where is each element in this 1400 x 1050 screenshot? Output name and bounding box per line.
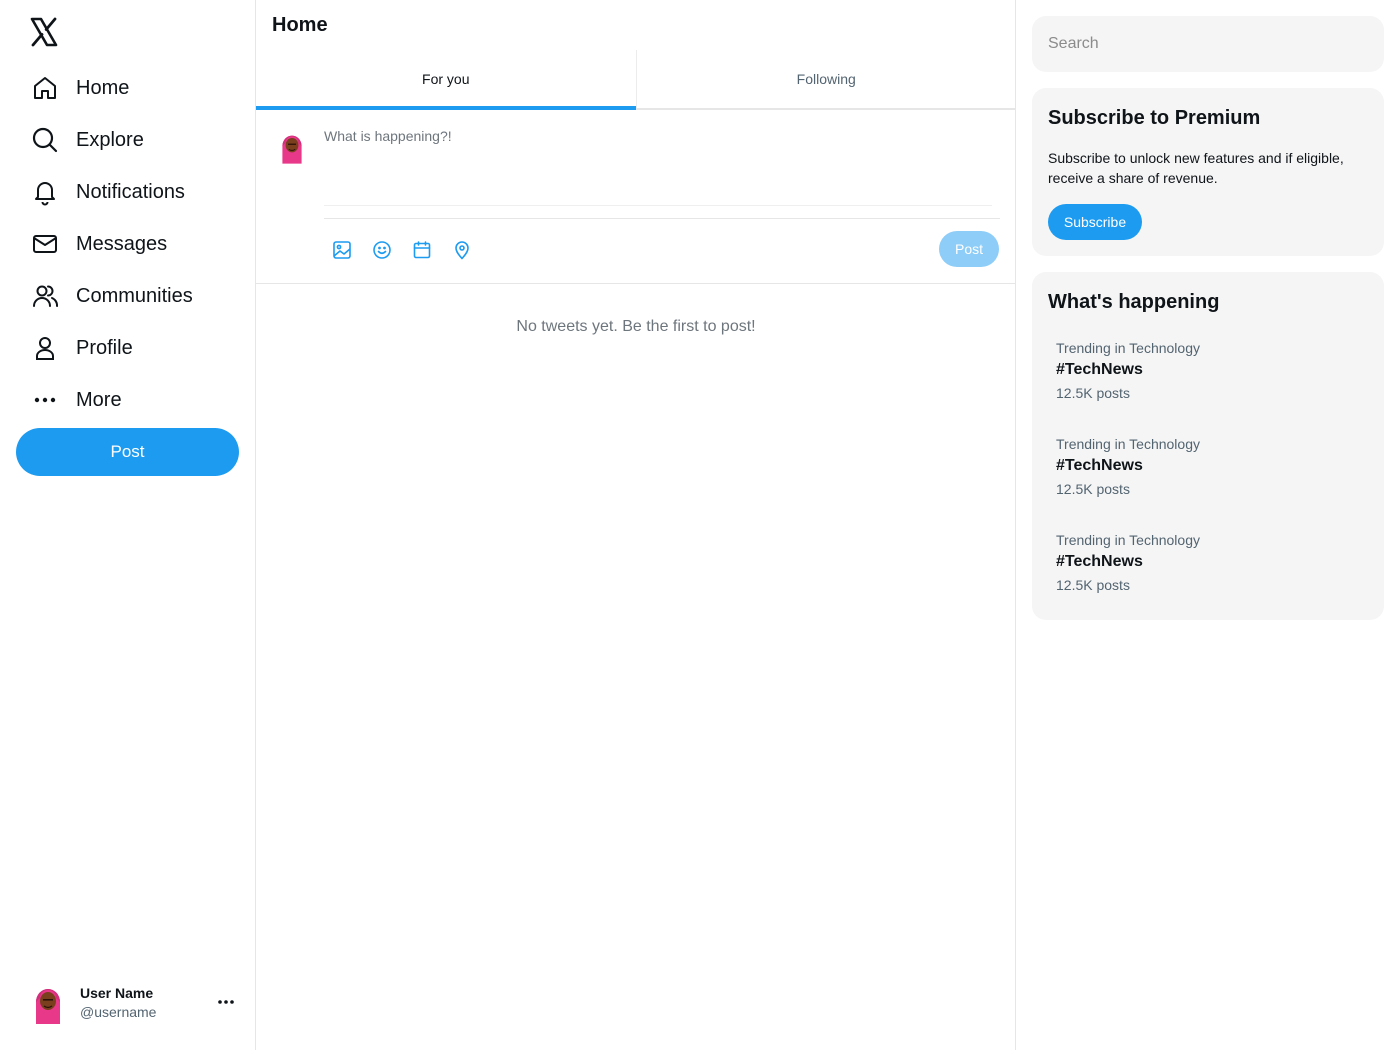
divider bbox=[324, 218, 1000, 219]
subscribe-button[interactable]: Subscribe bbox=[1048, 204, 1142, 240]
tab-for-you[interactable]: For you bbox=[256, 50, 636, 110]
account-switcher[interactable]: User Name @username bbox=[28, 978, 238, 1026]
nav-item-messages[interactable]: Messages bbox=[16, 218, 240, 270]
nav-item-label: Home bbox=[76, 76, 130, 99]
people-icon bbox=[30, 281, 60, 311]
right-sidebar: Subscribe to Premium Subscribe to unlock… bbox=[1016, 0, 1400, 1050]
nav-item-label: Explore bbox=[76, 128, 144, 151]
trend-count: 12.5K posts bbox=[1056, 577, 1130, 593]
nav-item-notifications[interactable]: Notifications bbox=[16, 166, 240, 218]
nav-item-communities[interactable]: Communities bbox=[16, 270, 240, 322]
nav-item-label: Profile bbox=[76, 336, 133, 359]
account-name: User Name bbox=[80, 984, 154, 1001]
left-sidebar: Home Explore Notifications Messages Comm… bbox=[0, 0, 256, 1050]
nav-item-more[interactable]: More bbox=[16, 374, 240, 426]
account-handle: @username bbox=[80, 1003, 157, 1020]
page-title: Home bbox=[272, 14, 328, 36]
timeline-tabs: For you Following bbox=[256, 50, 1016, 110]
search-icon bbox=[30, 125, 60, 155]
nav-item-profile[interactable]: Profile bbox=[16, 322, 240, 374]
nav-item-label: Communities bbox=[76, 284, 193, 307]
trend-context: Trending in Technology bbox=[1056, 436, 1200, 452]
whats-happening-card: What's happening Trending in Technology … bbox=[1032, 272, 1384, 620]
compose-input[interactable] bbox=[324, 128, 992, 206]
main-timeline: Home For you Following What is happening… bbox=[256, 0, 1016, 1050]
compose-post-button[interactable]: Post bbox=[939, 231, 999, 267]
nav-item-label: Notifications bbox=[76, 180, 185, 203]
premium-title: Subscribe to Premium bbox=[1048, 107, 1261, 129]
bell-icon bbox=[30, 177, 60, 207]
location-icon[interactable] bbox=[448, 236, 476, 264]
schedule-icon[interactable] bbox=[408, 236, 436, 264]
person-icon bbox=[30, 333, 60, 363]
tweet-composer: Post bbox=[256, 110, 1016, 284]
trend-tag: #TechNews bbox=[1056, 553, 1143, 570]
main-nav: Home Explore Notifications Messages Comm… bbox=[16, 62, 240, 426]
x-logo-icon[interactable] bbox=[28, 16, 60, 48]
image-icon[interactable] bbox=[328, 236, 356, 264]
search-input[interactable] bbox=[1032, 16, 1384, 72]
trend-item[interactable]: Trending in Technology #TechNews 12.5K p… bbox=[1056, 532, 1366, 593]
more-dots-icon[interactable] bbox=[214, 990, 238, 1014]
avatar bbox=[28, 980, 68, 1024]
trend-tag: #TechNews bbox=[1056, 457, 1143, 474]
mail-icon bbox=[30, 229, 60, 259]
trend-count: 12.5K posts bbox=[1056, 481, 1130, 497]
trend-tag: #TechNews bbox=[1056, 361, 1143, 378]
empty-state-message: No tweets yet. Be the first to post! bbox=[516, 318, 756, 335]
trend-count: 12.5K posts bbox=[1056, 385, 1130, 401]
trend-context: Trending in Technology bbox=[1056, 340, 1200, 356]
trend-context: Trending in Technology bbox=[1056, 532, 1200, 548]
whats-happening-title: What's happening bbox=[1048, 291, 1220, 313]
account-names: User Name @username bbox=[80, 985, 214, 1020]
nav-item-label: Messages bbox=[76, 232, 168, 255]
tab-following[interactable]: Following bbox=[635, 50, 1017, 108]
trend-item[interactable]: Trending in Technology #TechNews 12.5K p… bbox=[1056, 436, 1366, 497]
premium-description: Subscribe to unlock new features and if … bbox=[1048, 150, 1344, 186]
nav-item-explore[interactable]: Explore bbox=[16, 114, 240, 166]
more-dots-icon bbox=[30, 385, 60, 415]
emoji-icon[interactable] bbox=[368, 236, 396, 264]
home-icon bbox=[30, 73, 60, 103]
avatar bbox=[276, 126, 308, 166]
post-button[interactable]: Post bbox=[16, 428, 239, 476]
premium-card: Subscribe to Premium Subscribe to unlock… bbox=[1032, 88, 1384, 256]
trend-item[interactable]: Trending in Technology #TechNews 12.5K p… bbox=[1056, 340, 1366, 401]
nav-item-label: More bbox=[76, 388, 122, 411]
nav-item-home[interactable]: Home bbox=[16, 62, 240, 114]
compose-toolbar bbox=[328, 236, 488, 264]
